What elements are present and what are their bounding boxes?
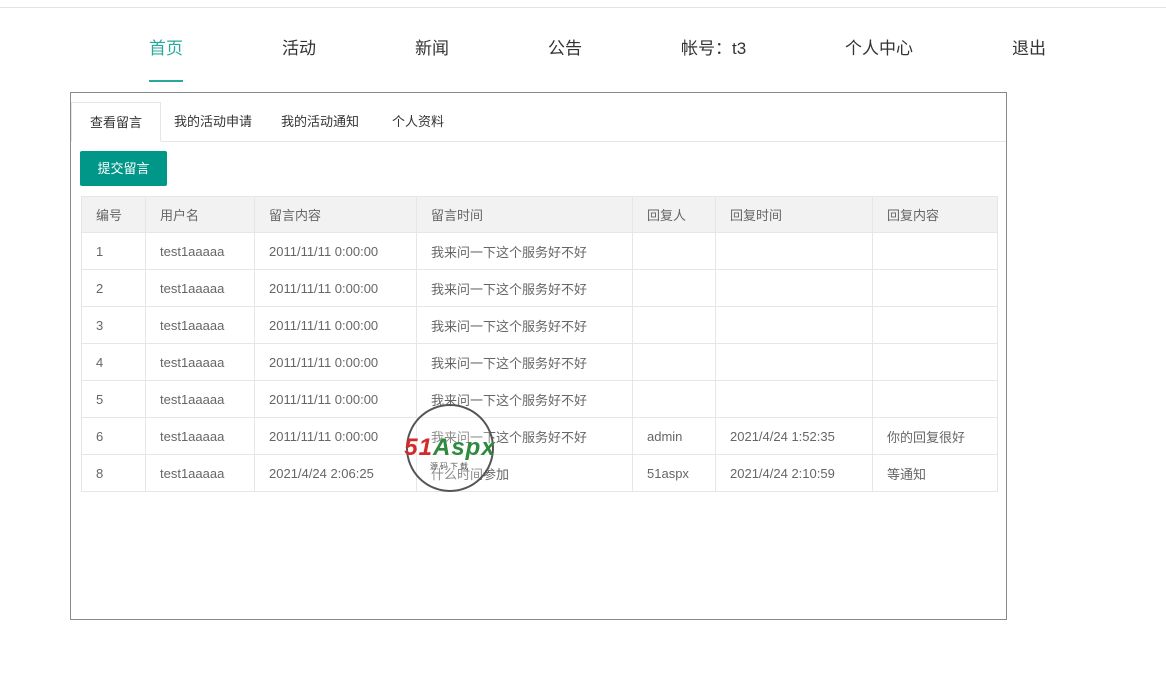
cell-replier — [632, 380, 716, 418]
cell-username: test1aaaaa — [145, 306, 255, 344]
cell-reply-time — [715, 343, 873, 381]
tab-bar: 查看留言 我的活动申请 我的活动通知 个人资料 — [71, 102, 1006, 142]
cell-username: test1aaaaa — [145, 343, 255, 381]
cell-reply-content — [872, 380, 998, 418]
table-header-row: 编号 用户名 留言内容 留言时间 回复人 回复时间 回复内容 — [81, 196, 998, 233]
cell-reply-content — [872, 306, 998, 344]
cell-id: 6 — [81, 417, 146, 455]
cell-replier — [632, 306, 716, 344]
cell-reply-time — [715, 269, 873, 307]
header-message-time: 留言时间 — [416, 196, 633, 233]
cell-replier — [632, 343, 716, 381]
cell-message-time: 我来问一下这个服务好不好 — [416, 343, 633, 381]
cell-message-time: 我来问一下这个服务好不好 — [416, 380, 633, 418]
cell-replier — [632, 232, 716, 270]
nav-logout[interactable]: 退出 — [1012, 34, 1046, 59]
cell-replier — [632, 269, 716, 307]
header-id: 编号 — [81, 196, 146, 233]
cell-message-time: 我来问一下这个服务好不好 — [416, 417, 633, 455]
cell-reply-content — [872, 343, 998, 381]
nav-account[interactable]: 帐号：t3 — [681, 34, 746, 59]
cell-reply-time — [715, 306, 873, 344]
content-panel: 查看留言 我的活动申请 我的活动通知 个人资料 提交留言 编号 用户名 留言内容… — [70, 92, 1007, 620]
nav-personal-center[interactable]: 个人中心 — [845, 34, 913, 59]
cell-message-content: 2011/11/11 0:00:00 — [254, 306, 417, 344]
nav-news[interactable]: 新闻 — [415, 34, 449, 59]
cell-message-content: 2011/11/11 0:00:00 — [254, 269, 417, 307]
nav-active-indicator — [149, 80, 183, 82]
submit-message-button[interactable]: 提交留言 — [80, 151, 167, 186]
table-row: 6 test1aaaaa 2011/11/11 0:00:00 我来问一下这个服… — [81, 417, 998, 455]
table-row: 2 test1aaaaa 2011/11/11 0:00:00 我来问一下这个服… — [81, 269, 998, 307]
table-row: 3 test1aaaaa 2011/11/11 0:00:00 我来问一下这个服… — [81, 306, 998, 344]
cell-reply-time: 2021/4/24 2:10:59 — [715, 454, 873, 492]
cell-message-time: 什么时间参加 — [416, 454, 633, 492]
cell-id: 8 — [81, 454, 146, 492]
cell-username: test1aaaaa — [145, 417, 255, 455]
table-row: 1 test1aaaaa 2011/11/11 0:00:00 我来问一下这个服… — [81, 232, 998, 270]
tab-view-messages[interactable]: 查看留言 — [71, 102, 161, 142]
header-message-content: 留言内容 — [254, 196, 417, 233]
header-reply-time: 回复时间 — [715, 196, 873, 233]
cell-replier: 51aspx — [632, 454, 716, 492]
cell-message-content: 2021/4/24 2:06:25 — [254, 454, 417, 492]
cell-message-time: 我来问一下这个服务好不好 — [416, 232, 633, 270]
cell-message-time: 我来问一下这个服务好不好 — [416, 269, 633, 307]
top-nav: 首页 活动 新闻 公告 帐号：t3 个人中心 退出 — [0, 0, 1166, 90]
table-row: 8 test1aaaaa 2021/4/24 2:06:25 什么时间参加 51… — [81, 454, 998, 492]
header-replier: 回复人 — [632, 196, 716, 233]
cell-message-content: 2011/11/11 0:00:00 — [254, 232, 417, 270]
cell-message-content: 2011/11/11 0:00:00 — [254, 343, 417, 381]
cell-reply-time — [715, 232, 873, 270]
cell-reply-content — [872, 269, 998, 307]
messages-table: 编号 用户名 留言内容 留言时间 回复人 回复时间 回复内容 1 test1aa… — [81, 196, 998, 492]
nav-home[interactable]: 首页 — [149, 34, 183, 59]
cell-reply-time — [715, 380, 873, 418]
nav-activities[interactable]: 活动 — [282, 34, 316, 59]
cell-id: 2 — [81, 269, 146, 307]
cell-id: 4 — [81, 343, 146, 381]
cell-message-content: 2011/11/11 0:00:00 — [254, 417, 417, 455]
cell-username: test1aaaaa — [145, 232, 255, 270]
header-username: 用户名 — [145, 196, 255, 233]
cell-id: 5 — [81, 380, 146, 418]
nav-announcements[interactable]: 公告 — [548, 34, 582, 59]
cell-username: test1aaaaa — [145, 454, 255, 492]
cell-replier: admin — [632, 417, 716, 455]
cell-id: 1 — [81, 232, 146, 270]
cell-reply-time: 2021/4/24 1:52:35 — [715, 417, 873, 455]
tab-my-activity-applications[interactable]: 我的活动申请 — [174, 102, 252, 142]
table-row: 4 test1aaaaa 2011/11/11 0:00:00 我来问一下这个服… — [81, 343, 998, 381]
cell-username: test1aaaaa — [145, 269, 255, 307]
tab-profile[interactable]: 个人资料 — [392, 102, 444, 142]
table-row: 5 test1aaaaa 2011/11/11 0:00:00 我来问一下这个服… — [81, 380, 998, 418]
tab-my-activity-notices[interactable]: 我的活动通知 — [281, 102, 359, 142]
cell-reply-content: 等通知 — [872, 454, 998, 492]
cell-message-time: 我来问一下这个服务好不好 — [416, 306, 633, 344]
cell-id: 3 — [81, 306, 146, 344]
cell-message-content: 2011/11/11 0:00:00 — [254, 380, 417, 418]
header-reply-content: 回复内容 — [872, 196, 998, 233]
cell-reply-content — [872, 232, 998, 270]
cell-username: test1aaaaa — [145, 380, 255, 418]
cell-reply-content: 你的回复很好 — [872, 417, 998, 455]
